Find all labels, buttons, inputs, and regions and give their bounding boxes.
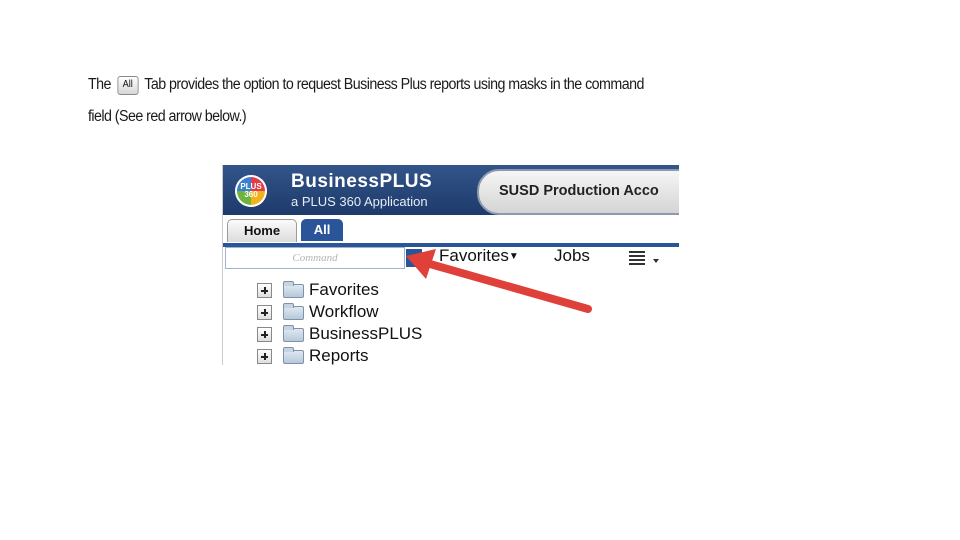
instruction-line-2: field (See red arrow below.) bbox=[88, 108, 247, 125]
tab-all[interactable]: All bbox=[301, 219, 343, 241]
all-tab-chip: All bbox=[117, 76, 139, 95]
tree-item-label: Workflow bbox=[309, 302, 379, 321]
plus-box-icon[interactable] bbox=[257, 327, 272, 342]
app-header: PLUS 360 BusinessPLUS a PLUS 360 Applica… bbox=[223, 165, 679, 215]
tree-item-label: Reports bbox=[309, 346, 369, 365]
instruction-line-1: The All Tab provides the option to reque… bbox=[88, 76, 644, 95]
tab-home[interactable]: Home bbox=[227, 219, 297, 242]
tree-item-label: BusinessPLUS bbox=[309, 324, 423, 343]
folder-icon bbox=[283, 281, 304, 298]
tab-bar: Home All bbox=[223, 215, 679, 247]
command-input[interactable]: Command bbox=[225, 247, 405, 269]
app-subtitle: a PLUS 360 Application bbox=[291, 194, 428, 209]
jobs-menu[interactable]: Jobs bbox=[554, 246, 590, 266]
instruction-text-end: Tab provides the option to request Busin… bbox=[144, 76, 644, 93]
app-title: BusinessPLUS bbox=[291, 171, 433, 192]
favorites-menu[interactable]: Favorites▼ bbox=[439, 246, 519, 266]
favorites-menu-label: Favorites bbox=[439, 246, 509, 265]
command-row: Command Favorites▼ Jobs bbox=[223, 246, 679, 271]
businessplus-screenshot: PLUS 360 BusinessPLUS a PLUS 360 Applica… bbox=[222, 165, 679, 365]
folder-icon bbox=[283, 325, 304, 342]
command-dropdown-icon[interactable] bbox=[406, 249, 422, 267]
logo-text: PLUS 360 bbox=[240, 182, 262, 199]
folder-icon bbox=[283, 347, 304, 364]
plus-box-icon[interactable] bbox=[257, 349, 272, 364]
caret-down-icon: ▼ bbox=[508, 251, 519, 263]
plus-box-icon[interactable] bbox=[257, 305, 272, 320]
plus360-logo: PLUS 360 bbox=[235, 175, 267, 207]
instruction-text-start: The bbox=[88, 76, 111, 93]
list-menu-icon[interactable] bbox=[629, 249, 659, 267]
environment-banner: SUSD Production Acco bbox=[477, 169, 679, 215]
plus-box-icon[interactable] bbox=[257, 283, 272, 298]
folder-icon bbox=[283, 303, 304, 320]
environment-label: SUSD Production Acco bbox=[499, 183, 659, 199]
tree-item-label: Favorites bbox=[309, 280, 379, 299]
